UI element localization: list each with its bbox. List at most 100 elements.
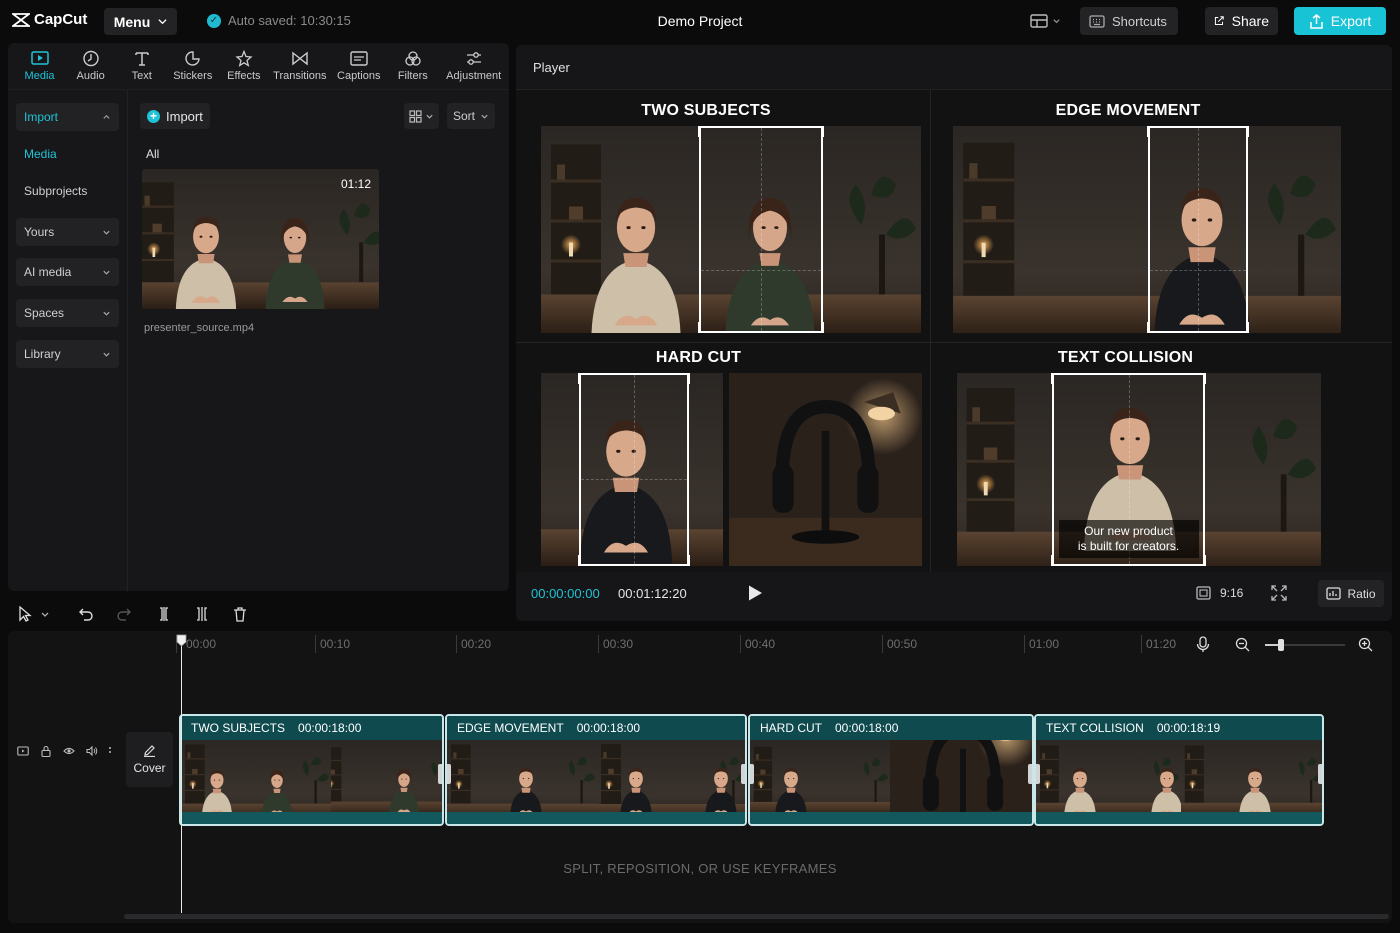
chevron-down-icon <box>1053 18 1060 23</box>
timeline-clip[interactable]: TEXT COLLISION 00:00:18:19 <box>1034 714 1324 826</box>
clip-trim-handle[interactable] <box>438 764 442 784</box>
clip-trim-handle[interactable] <box>750 764 754 784</box>
menu-label: Menu <box>113 13 151 30</box>
more-options-icon[interactable] <box>107 745 113 757</box>
playhead-handle[interactable] <box>176 634 187 647</box>
view-mode-button[interactable] <box>404 103 439 129</box>
check-icon: ✓ <box>207 13 221 28</box>
clip-duration: 00:00:18:00 <box>835 721 899 735</box>
zoom-out-icon[interactable] <box>1235 637 1250 652</box>
zoom-slider[interactable] <box>1265 639 1345 651</box>
tab-adjustment[interactable]: Adjustment <box>438 43 509 89</box>
clip-title: HARD CUT <box>760 721 822 735</box>
zoom-in-icon[interactable] <box>1358 637 1373 652</box>
sort-button[interactable]: Sort <box>447 103 495 129</box>
clip-trim-handle[interactable] <box>741 764 745 784</box>
tab-stickers[interactable]: Stickers <box>167 43 218 89</box>
tab-audio[interactable]: Audio <box>65 43 116 89</box>
crop-frame[interactable] <box>698 126 824 333</box>
tab-captions[interactable]: Captions <box>330 43 387 89</box>
media-thumbnail[interactable]: 01:12 <box>142 169 379 309</box>
nav-subprojects[interactable]: Subprojects <box>16 177 119 205</box>
divider <box>930 90 931 572</box>
timeline-clip[interactable]: HARD CUT 00:00:18:00 <box>748 714 1034 826</box>
ruler-label: 00:00 <box>186 637 217 651</box>
resize-handle[interactable] <box>1051 373 1063 384</box>
import-button[interactable]: + Import <box>140 103 210 129</box>
cover-button[interactable]: Cover <box>126 732 173 787</box>
undo-icon[interactable] <box>78 606 94 622</box>
clip-footer <box>181 812 442 824</box>
resize-handle[interactable] <box>578 555 590 566</box>
ratio-button[interactable]: Ratio <box>1318 580 1384 607</box>
microphone-icon[interactable] <box>1196 636 1210 653</box>
ruler-label: 01:00 <box>1029 637 1060 651</box>
tab-transitions[interactable]: Transitions <box>269 43 330 89</box>
resize-handle[interactable] <box>678 373 690 384</box>
caption-overlay[interactable]: Our new product is built for creators. <box>1058 520 1199 558</box>
layout-button[interactable] <box>1030 11 1070 31</box>
share-button[interactable]: Share <box>1205 7 1278 35</box>
nav-import-label: Import <box>24 110 59 124</box>
clip-trim-handle[interactable] <box>1036 764 1040 784</box>
resize-handle[interactable] <box>1237 126 1249 137</box>
aspect-ratio-indicator[interactable]: 9:16 <box>1196 586 1243 600</box>
ruler-tick <box>1024 635 1025 653</box>
zoom-slider-handle[interactable] <box>1278 639 1284 651</box>
lock-icon[interactable] <box>40 745 52 757</box>
volume-icon[interactable] <box>86 745 98 757</box>
clip-header: TWO SUBJECTS 00:00:18:00 <box>181 716 442 740</box>
guide-line <box>1198 128 1199 331</box>
crop-frame[interactable]: Our new product is built for creators. <box>1051 373 1206 566</box>
media-duration: 01:12 <box>340 177 371 191</box>
timeline-scrollbar[interactable] <box>124 914 1389 919</box>
tab-media[interactable]: Media <box>14 43 65 89</box>
tab-filters[interactable]: Filters <box>387 43 438 89</box>
resize-handle[interactable] <box>812 126 824 137</box>
resize-handle[interactable] <box>1237 322 1249 333</box>
resize-handle[interactable] <box>678 555 690 566</box>
app-logo[interactable]: CapCut <box>12 11 87 28</box>
split-icon[interactable] <box>156 606 172 622</box>
resize-handle[interactable] <box>578 373 590 384</box>
visibility-eye-icon[interactable] <box>63 745 75 757</box>
resize-handle[interactable] <box>1147 322 1159 333</box>
time-ruler[interactable]: 00:00 00:10 00:20 00:30 00:40 00:50 01:0… <box>8 631 1392 657</box>
redo-icon[interactable] <box>116 606 132 622</box>
resize-handle[interactable] <box>1194 373 1206 384</box>
timeline-clip[interactable]: EDGE MOVEMENT 00:00:18:00 <box>445 714 747 826</box>
resize-handle[interactable] <box>812 322 824 333</box>
resize-handle[interactable] <box>1147 126 1159 137</box>
export-button[interactable]: Export <box>1294 7 1386 35</box>
nav-ai-media[interactable]: AI media <box>16 258 119 286</box>
play-icon[interactable] <box>746 584 764 602</box>
resize-handle[interactable] <box>698 126 710 137</box>
resize-handle[interactable] <box>698 322 710 333</box>
ruler-tick <box>456 635 457 653</box>
preview-canvas[interactable]: TWO SUBJECTS EDGE MOVEMENT HARD CUT TEXT… <box>516 90 1392 572</box>
nav-media[interactable]: Media <box>16 140 119 168</box>
nav-library[interactable]: Library <box>16 340 119 368</box>
delete-icon[interactable] <box>232 606 248 622</box>
shortcuts-button[interactable]: Shortcuts <box>1080 7 1178 35</box>
tab-label: Audio <box>76 70 105 82</box>
trim-icon[interactable] <box>194 606 210 622</box>
media-filter-all[interactable]: All <box>146 147 159 161</box>
tab-text[interactable]: Text <box>116 43 167 89</box>
chevron-down-icon[interactable] <box>40 606 50 622</box>
crop-frame[interactable] <box>1147 126 1249 333</box>
crop-frame[interactable] <box>578 373 690 566</box>
fullscreen-icon[interactable] <box>1271 585 1287 601</box>
clip-header: TEXT COLLISION 00:00:18:19 <box>1036 716 1322 740</box>
nav-import[interactable]: Import <box>16 103 119 131</box>
video-track-icon[interactable] <box>17 745 29 757</box>
clip-trim-handle[interactable] <box>447 764 451 784</box>
nav-yours[interactable]: Yours <box>16 218 119 246</box>
clip-trim-handle[interactable] <box>1318 764 1322 784</box>
menu-button[interactable]: Menu <box>104 8 177 35</box>
tab-effects[interactable]: Effects <box>218 43 269 89</box>
select-cursor-icon[interactable] <box>17 606 33 622</box>
nav-spaces[interactable]: Spaces <box>16 299 119 327</box>
clip-filmstrip <box>750 740 1032 816</box>
timeline-clip[interactable]: TWO SUBJECTS 00:00:18:00 <box>179 714 444 826</box>
